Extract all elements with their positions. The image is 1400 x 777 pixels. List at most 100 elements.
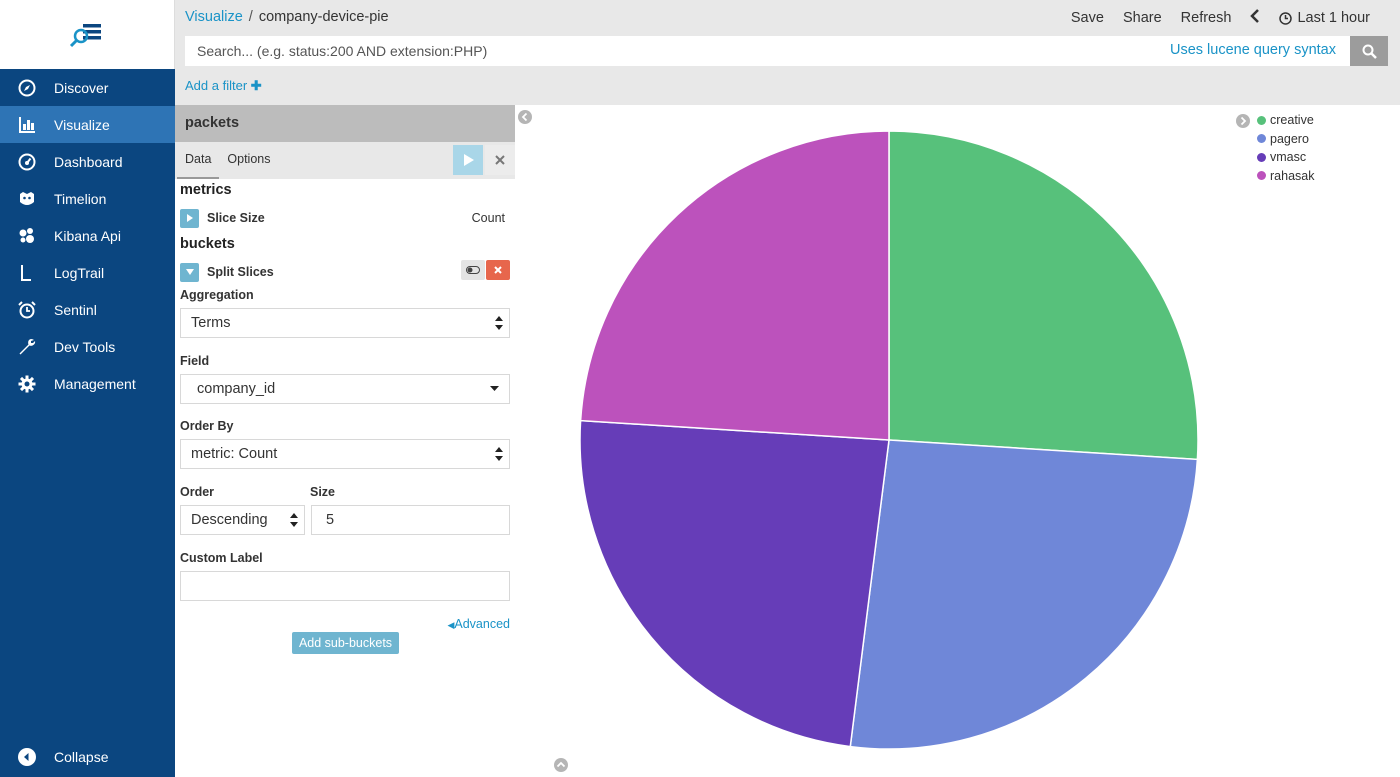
size-label: Size [310, 485, 336, 499]
sidebar-item-label: Sentinl [54, 301, 97, 318]
bucket-agg-row: Split Slices [175, 260, 515, 284]
alarm-clock-icon [17, 300, 37, 320]
editor-tabs: Data Options [175, 142, 515, 179]
order-value: Descending [191, 512, 268, 528]
buckets-heading: buckets [180, 236, 235, 252]
timelion-icon [17, 189, 37, 209]
sidebar-item-sentinl[interactable]: Sentinl [0, 291, 175, 328]
sidebar-item-label: Visualize [54, 116, 110, 133]
caret-down-icon [185, 269, 194, 275]
hexagons-icon [17, 226, 37, 246]
pie-slice-vmasc[interactable] [579, 419, 890, 748]
legend-item[interactable]: vmasc [1257, 148, 1314, 167]
legend-toggle-button[interactable] [1236, 114, 1250, 131]
save-button[interactable]: Save [1071, 10, 1104, 26]
play-icon [464, 154, 474, 166]
pie-slice-pagero[interactable] [849, 439, 1199, 750]
legend-dot-icon [1257, 115, 1266, 125]
legend-item[interactable]: pagero [1257, 130, 1314, 149]
metric-agg-row: Slice Size Count [175, 206, 515, 230]
aggregation-select[interactable]: Terms [180, 308, 510, 338]
order-select[interactable]: Descending [180, 505, 305, 535]
custom-label-input[interactable] [180, 571, 510, 601]
sidebar-item-label: Timelion [54, 190, 107, 207]
order-by-value: metric: Count [191, 446, 278, 462]
collapse-button[interactable]: Collapse [0, 737, 175, 777]
chart-legend: creative pagero vmasc rahasak [1257, 111, 1314, 185]
gear-icon [17, 374, 37, 394]
add-sub-buckets-button[interactable]: Add sub-buckets [292, 632, 399, 654]
collapse-icon [17, 747, 37, 767]
breadcrumb-visualize-link[interactable]: Visualize [185, 9, 243, 25]
metric-value: Count [471, 211, 505, 225]
order-by-label: Order By [180, 419, 234, 433]
aggregation-label: Aggregation [180, 288, 254, 302]
kibana-logo[interactable] [0, 0, 175, 69]
index-pattern-title: packets [175, 105, 515, 142]
sidebar-item-label: Management [54, 375, 136, 392]
sidebar-item-kibana-api[interactable]: Kibana Api [0, 217, 175, 254]
sidebar-item-timelion[interactable]: Timelion [0, 180, 175, 217]
logo-icon [69, 23, 101, 47]
legend-label: creative [1270, 113, 1314, 128]
legend-dot-icon [1257, 152, 1266, 162]
time-picker[interactable]: Last 1 hour [1279, 10, 1370, 26]
apply-changes-button[interactable] [453, 145, 483, 175]
gauge-icon [17, 152, 37, 172]
refresh-button[interactable]: Refresh [1181, 10, 1232, 26]
vis-editor-panel: packets Data Options metrics Slice Size … [175, 105, 515, 777]
sidebar-item-discover[interactable]: Discover [0, 69, 175, 106]
lucene-syntax-link[interactable]: Uses lucene query syntax [1170, 42, 1336, 58]
legend-label: pagero [1270, 131, 1309, 146]
share-button[interactable]: Share [1123, 10, 1162, 26]
pie-chart [579, 130, 1199, 750]
bucket-enable-toggle[interactable] [461, 260, 485, 280]
legend-dot-icon [1257, 134, 1266, 144]
sidebar-item-label: Dashboard [54, 153, 123, 170]
plus-icon: ✚ [250, 78, 262, 93]
sidebar-item-management[interactable]: Management [0, 365, 175, 402]
updown-arrows-icon [290, 513, 298, 527]
tab-data[interactable]: Data [177, 142, 220, 179]
add-filter-link[interactable]: Add a filter ✚ [185, 78, 262, 94]
close-icon [495, 155, 505, 165]
legend-label: vmasc [1270, 150, 1307, 165]
bar-chart-icon [17, 115, 37, 135]
legend-item[interactable]: creative [1257, 111, 1314, 130]
aggregation-value: Terms [191, 315, 231, 331]
field-value: company_id [197, 381, 276, 397]
search-button[interactable] [1350, 36, 1388, 66]
updown-arrows-icon [495, 447, 503, 461]
custom-label-label: Custom Label [180, 551, 263, 565]
visualization-area: creative pagero vmasc rahasak [515, 105, 1400, 777]
legend-label: rahasak [1270, 168, 1315, 183]
size-input[interactable]: 5 [311, 505, 510, 535]
chevron-right-circle-icon [1236, 114, 1250, 128]
bucket-remove-button[interactable] [486, 260, 510, 280]
pie-slice-creative[interactable] [888, 130, 1199, 461]
sidebar-item-label: Kibana Api [54, 227, 121, 244]
breadcrumb-separator: / [248, 9, 253, 25]
discard-changes-button[interactable] [485, 145, 515, 175]
sidebar-item-dev-tools[interactable]: Dev Tools [0, 328, 175, 365]
field-select[interactable]: company_id [180, 374, 510, 404]
sidebar-item-dashboard[interactable]: Dashboard [0, 143, 175, 180]
top-menu: Save Share Refresh Last 1 hour [1052, 9, 1370, 27]
advanced-toggle-link[interactable]: ◀Advanced [447, 617, 510, 631]
chevron-left-icon [1250, 9, 1260, 23]
sidebar-item-visualize[interactable]: Visualize [0, 106, 175, 143]
pie-slice-rahasak[interactable] [579, 130, 890, 441]
tab-options[interactable]: Options [219, 142, 278, 179]
time-back-button[interactable] [1250, 9, 1260, 27]
order-by-select[interactable]: metric: Count [180, 439, 510, 469]
compass-icon [17, 78, 37, 98]
sidebar-item-label: LogTrail [54, 264, 105, 281]
caret-down-icon [490, 386, 499, 391]
sidebar-item-label: Discover [54, 79, 109, 96]
sidebar-item-logtrail[interactable]: LogTrail [0, 254, 175, 291]
sidebar-nav: Discover Visualize Dashboard Timelion Kibana… [0, 69, 175, 402]
bucket-collapse-toggle[interactable] [180, 262, 199, 282]
legend-item[interactable]: rahasak [1257, 167, 1314, 186]
collapse-label: Collapse [54, 749, 109, 765]
metric-expand-toggle[interactable] [180, 208, 199, 228]
